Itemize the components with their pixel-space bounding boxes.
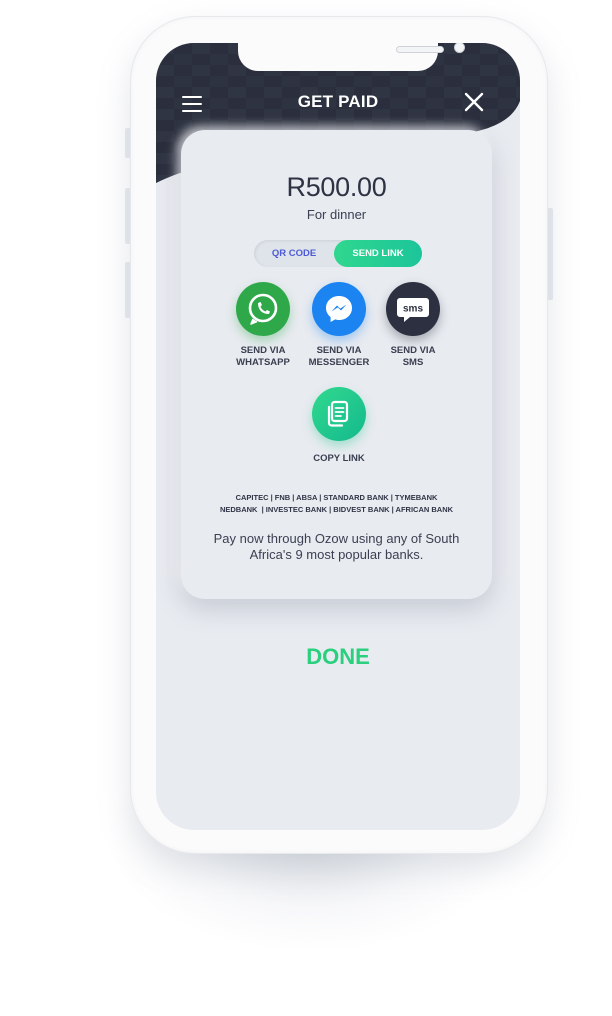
copy-link-button[interactable]: [312, 387, 366, 441]
copy-link-icon: [327, 400, 349, 427]
payment-description: Pay now through Ozow using any of South …: [213, 531, 460, 562]
tab-qr-code[interactable]: QR CODE: [254, 240, 334, 267]
share-label-copy-link: COPY LINK: [313, 453, 365, 464]
sms-icon: sms: [397, 298, 429, 322]
done-button[interactable]: DONE: [156, 644, 520, 670]
tab-send-link[interactable]: SEND LINK: [334, 240, 422, 267]
payment-amount: R500.00: [286, 172, 387, 202]
svg-text:sms: sms: [403, 304, 423, 315]
close-icon[interactable]: [463, 91, 485, 113]
supported-banks: CAPITEC | FNB | ABSA | STANDARD BANK | T…: [219, 493, 454, 514]
phone-notch: [238, 43, 465, 71]
messenger-icon: [326, 296, 352, 322]
send-via-sms-button[interactable]: sms: [386, 282, 440, 336]
share-mode-toggle: QR CODE SEND LINK: [254, 240, 422, 267]
speaker-grille: [396, 46, 444, 53]
payment-note: For dinner: [306, 207, 367, 222]
share-label-sms: SEND VIA SMS: [390, 345, 436, 368]
whatsapp-icon: [248, 293, 278, 325]
power-button: [547, 208, 553, 300]
send-via-messenger-button[interactable]: [312, 282, 366, 336]
send-via-whatsapp-button[interactable]: [236, 282, 290, 336]
